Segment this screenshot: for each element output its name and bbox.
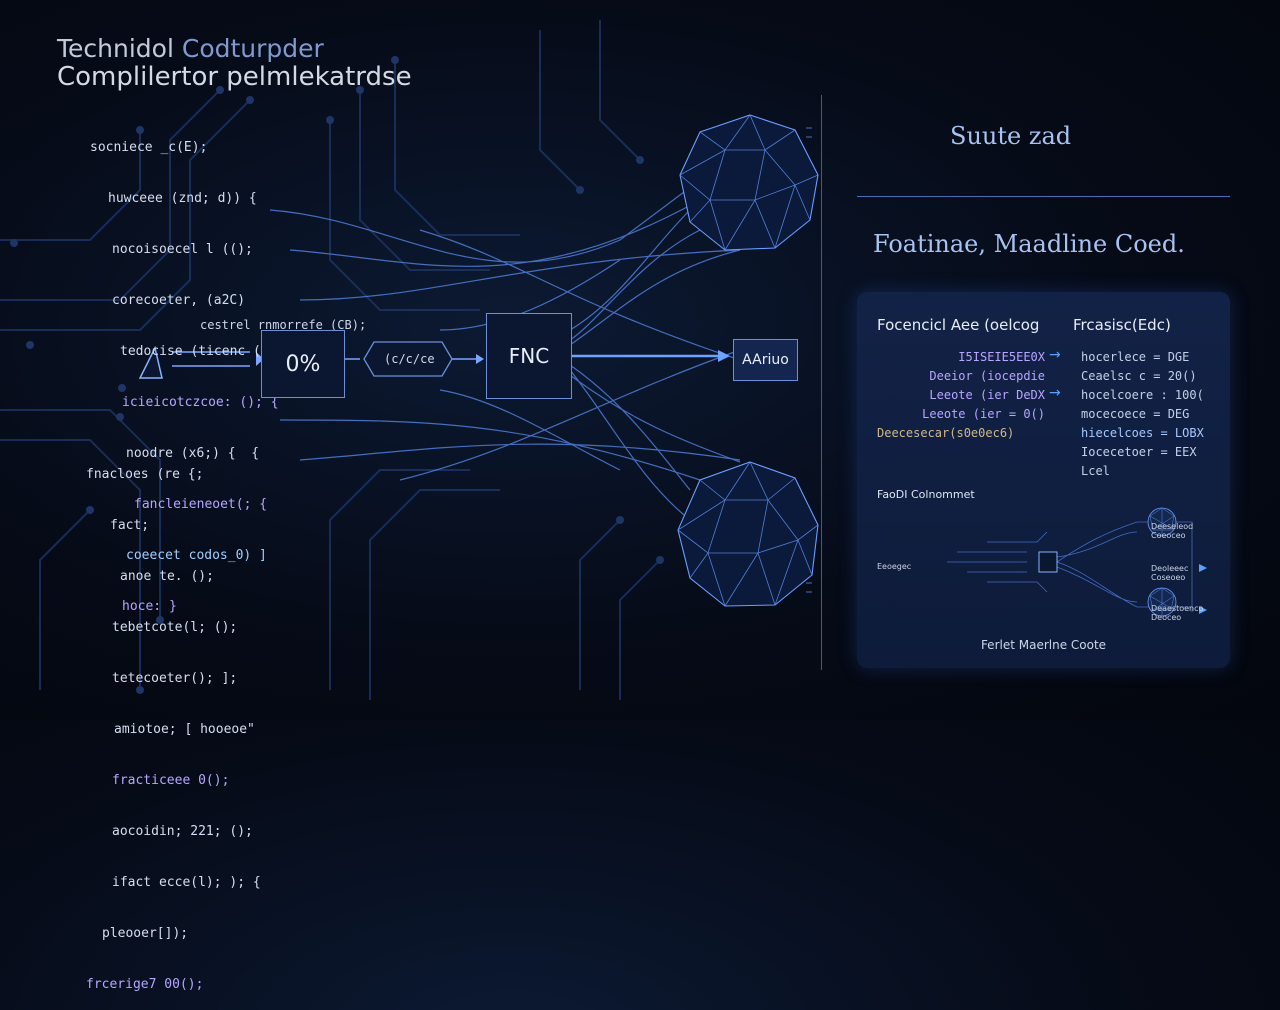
mini-left-label: Eeoegec — [877, 562, 912, 571]
divider-vertical — [821, 95, 822, 670]
percent-value: 0% — [285, 351, 321, 377]
title-line2: Complilertor pelmlekatrdse — [57, 62, 412, 92]
panel-left-row: Deecesecar(s0e0ec6) — [877, 426, 1015, 440]
page-title: Technidol Codturpder Complilertor pelmle… — [57, 34, 412, 92]
output-label: AAriuo — [742, 352, 789, 368]
panel-caption: Ferlet Maerlne Coote — [980, 638, 1107, 652]
code-line: tebetcote(l; (); — [112, 620, 238, 635]
code-line: corecoeter, (a2C) — [112, 293, 246, 308]
hex-label: (c/c/ce — [384, 352, 435, 366]
mini-right-label: Deaestoenco Deoceo — [1151, 604, 1204, 622]
divider-horizontal — [857, 196, 1230, 197]
mini-right-label: Deoleeec Coseoeo — [1151, 564, 1189, 582]
panel-left-row: Deeior (iocepdie — [929, 369, 1045, 383]
panel-right-row: Iocecetoer = EEX — [1081, 445, 1197, 459]
panel-right-row: hiecelcoes = LOBX — [1081, 426, 1204, 440]
section-subtitle: Suute zad — [950, 122, 1072, 150]
code-line: fnacloes (re {; — [86, 467, 204, 482]
code-line: tetecoeter(); ]; — [112, 671, 238, 686]
panel-left-row: Leeote (ier DeDX — [929, 388, 1045, 402]
code-line: fracticeee 0(); — [112, 773, 230, 788]
code-line: tedocise (ticenc (); — [120, 344, 277, 359]
code-line: fact; — [110, 518, 150, 533]
code-line: socniece _c(E); — [90, 140, 208, 155]
polyhedron-bottom-icon — [677, 461, 819, 607]
mini-diagram-title: FaoDI Colnommet — [877, 488, 975, 501]
output-box: AAriuo — [733, 339, 798, 381]
panel-right-row: Lcel — [1081, 464, 1110, 478]
panel-right-row: hocelcoere : 100( — [1081, 388, 1204, 402]
code-line: icieicotczcoe: (); { — [122, 395, 279, 410]
code-line: nocoisoecel l ((); — [112, 242, 253, 257]
code-line: huwceee (znd; d)) { — [108, 191, 257, 206]
mini-right-label: Deeseleod Coeoceo — [1151, 522, 1194, 540]
polyhedron-top-icon — [679, 114, 819, 251]
section-heading: Foatinae, Maadline Coed. — [873, 230, 1185, 258]
panel-left-row: I5ISEIE5EE0X — [958, 350, 1045, 364]
panel-right-row: mocecoece = DEG — [1081, 407, 1190, 421]
fnc-node-label: FNC — [508, 344, 550, 368]
title-line1-b: Codturpder — [181, 34, 324, 63]
panel-left-row: Leeote (ier = 0() — [922, 407, 1045, 421]
info-panel: Focencicl Aee (oelcog Frcasisc(Edc) I5IS… — [857, 292, 1230, 668]
panel-col-right-title: Frcasisc(Edc) — [1073, 316, 1171, 334]
code-block-bottom: fnacloes (re {; fact; anoe te. (); tebet… — [86, 434, 261, 1010]
percent-box: 0% — [261, 330, 345, 398]
title-line1-a: Technidol — [57, 34, 174, 63]
panel-right-row: hocerlece = DGE — [1081, 350, 1190, 364]
code-line: pleooer[]); — [102, 926, 189, 941]
code-line: frcerige7 00(); — [86, 977, 204, 992]
panel-col-left-title: Focencicl Aee (oelcog — [877, 316, 1040, 334]
panel-right-row: Ceaelsc c = 20() — [1081, 369, 1197, 383]
fnc-node-box: FNC — [486, 313, 572, 399]
code-line: aocoidin; 221; (); — [112, 824, 253, 839]
code-line: ifact ecce(l); ); { — [112, 875, 261, 890]
arrow-right-icon: → — [1049, 385, 1061, 401]
arrow-right-icon: → — [1049, 347, 1061, 363]
code-line: anoe te. (); — [120, 569, 214, 584]
code-line: amiotoe; [ hooeoe" — [114, 722, 255, 737]
